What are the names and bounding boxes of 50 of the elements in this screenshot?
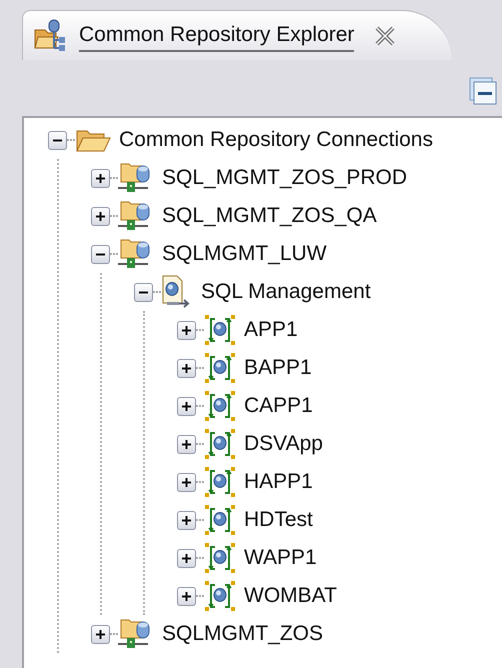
application-globe-icon bbox=[204, 352, 236, 384]
plus-icon bbox=[181, 590, 192, 602]
plus-icon bbox=[181, 438, 192, 450]
expand-toggle[interactable] bbox=[91, 206, 110, 226]
plus-icon bbox=[181, 400, 192, 412]
tree-item-label[interactable]: HAPP1 bbox=[244, 466, 313, 498]
plus-icon bbox=[181, 552, 192, 564]
expand-toggle[interactable] bbox=[177, 472, 196, 492]
application-globe-icon bbox=[204, 466, 236, 498]
plus-icon bbox=[181, 362, 192, 374]
plus-icon bbox=[95, 172, 106, 184]
collapse-all-icon bbox=[469, 77, 497, 105]
collapse-toggle[interactable] bbox=[134, 282, 153, 302]
application-globe-icon bbox=[204, 314, 236, 346]
plus-icon bbox=[95, 210, 106, 222]
tree-item-label[interactable]: WAPP1 bbox=[244, 542, 317, 574]
expand-toggle[interactable] bbox=[177, 434, 196, 454]
tree-item-label[interactable]: SQLMGMT_ZOS bbox=[162, 618, 324, 650]
tree-item-label[interactable]: SQL Management bbox=[201, 276, 371, 308]
application-globe-icon bbox=[204, 580, 236, 612]
expand-toggle[interactable] bbox=[177, 548, 196, 568]
plus-icon bbox=[95, 628, 106, 640]
expand-toggle[interactable] bbox=[177, 510, 196, 530]
expand-toggle[interactable] bbox=[177, 396, 196, 416]
plus-icon bbox=[181, 476, 192, 488]
collapse-all-button[interactable] bbox=[468, 76, 498, 106]
tree-item-label[interactable]: APP1 bbox=[244, 314, 298, 346]
expand-toggle[interactable] bbox=[177, 358, 196, 378]
collapse-toggle[interactable] bbox=[91, 244, 110, 264]
collapse-toggle[interactable] bbox=[48, 130, 67, 150]
tree-item-label[interactable]: CAPP1 bbox=[244, 390, 313, 422]
tree-item-label[interactable]: Common Repository Connections bbox=[119, 124, 433, 156]
tree-item-label[interactable]: WOMBAT bbox=[244, 580, 337, 612]
tree-item-label[interactable]: BAPP1 bbox=[244, 352, 312, 384]
plus-icon bbox=[181, 514, 192, 526]
expand-toggle[interactable] bbox=[91, 168, 110, 188]
application-globe-icon bbox=[204, 390, 236, 422]
plus-icon bbox=[181, 324, 192, 336]
tree-item-label[interactable]: SQLMGMT_LUW bbox=[162, 238, 327, 270]
tree-item-label[interactable]: DSVApp bbox=[244, 428, 323, 460]
application-globe-icon bbox=[204, 504, 236, 536]
close-icon bbox=[374, 24, 396, 46]
expand-toggle[interactable] bbox=[177, 320, 196, 340]
expand-toggle[interactable] bbox=[91, 624, 110, 644]
application-globe-icon bbox=[204, 428, 236, 460]
expand-toggle[interactable] bbox=[177, 586, 196, 606]
tree-item-label[interactable]: HDTest bbox=[244, 504, 313, 536]
tree-item-label[interactable]: SQL_MGMT_ZOS_QA bbox=[162, 200, 377, 232]
tree-item-label[interactable]: SQL_MGMT_ZOS_PROD bbox=[162, 162, 408, 194]
application-globe-icon bbox=[204, 542, 236, 574]
